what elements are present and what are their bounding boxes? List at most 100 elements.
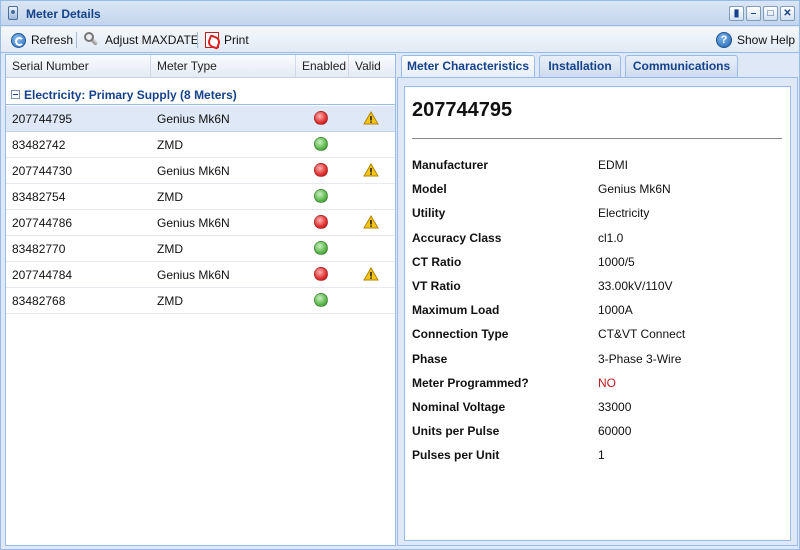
property-row: Utility Electricity <box>412 203 782 227</box>
adjust-maxdate-button[interactable]: Adjust MAXDATE <box>84 31 199 49</box>
serial-number-cell: 207744786 <box>12 216 73 230</box>
property-value: EDMI <box>598 158 628 172</box>
window-title: Meter Details <box>26 7 101 21</box>
window-controls: ▮ – □ ✕ <box>729 6 795 21</box>
meter-icon <box>8 6 18 20</box>
meter-type-cell: ZMD <box>157 138 183 152</box>
property-row: VT Ratio 33.00kV/110V <box>412 276 782 300</box>
serial-number-cell: 207744784 <box>12 268 73 282</box>
tab-communications[interactable]: Communications <box>625 55 738 77</box>
table-row[interactable]: 207744786 Genius Mk6N <box>6 210 395 236</box>
meter-type-cell: Genius Mk6N <box>157 112 230 126</box>
warning-icon <box>363 163 379 177</box>
property-value: CT&VT Connect <box>598 327 686 342</box>
print-label: Print <box>224 33 249 47</box>
minimize-icon[interactable]: – <box>746 6 761 21</box>
detail-panel: 207744795 Manufacturer EDMI Model Genius Mk… <box>397 77 798 546</box>
maximize-icon[interactable]: □ <box>763 6 778 21</box>
print-button[interactable]: Print <box>205 31 249 49</box>
meter-type-cell: ZMD <box>157 190 183 204</box>
collapse-icon[interactable] <box>11 90 20 99</box>
property-value: 3-Phase 3-Wire <box>598 351 682 366</box>
property-list: Manufacturer EDMI Model Genius Mk6N Utility E… <box>412 155 782 469</box>
disabled-status-icon <box>314 267 328 281</box>
column-header-serial-number[interactable]: Serial Number <box>6 55 151 77</box>
tab-installation[interactable]: Installation <box>539 55 621 77</box>
close-icon[interactable]: ✕ <box>780 6 795 21</box>
property-row: Phase 3-Phase 3-Wire <box>412 349 782 373</box>
group-label: Electricity: Primary Supply (8 Meters) <box>24 88 237 102</box>
property-row: Units per Pulse 60000 <box>412 421 782 445</box>
property-label: Pulses per Unit <box>412 448 500 463</box>
property-row: Meter Programmed? NO <box>412 373 782 397</box>
property-label: Connection Type <box>412 327 509 342</box>
meter-grid: Serial Number Meter Type Enabled Valid E… <box>5 54 396 546</box>
property-value: Electricity <box>598 206 650 221</box>
property-value: Genius Mk6N <box>598 182 671 197</box>
grid-header: Serial Number Meter Type Enabled Valid <box>6 55 395 78</box>
warning-icon <box>363 267 379 281</box>
meter-rows: 207744795 Genius Mk6N 83482742 ZMD 207744730… <box>6 106 395 314</box>
warning-icon <box>363 215 379 229</box>
toolbar-separator <box>76 32 77 48</box>
warning-icon <box>363 111 379 125</box>
meter-type-cell: ZMD <box>157 242 183 256</box>
property-value: cl1.0 <box>598 230 624 245</box>
table-row[interactable]: 83482768 ZMD <box>6 288 395 314</box>
divider <box>412 138 782 139</box>
help-icon: ? <box>716 32 732 48</box>
property-value: 1 <box>598 448 605 463</box>
column-header-meter-type[interactable]: Meter Type <box>151 55 296 77</box>
property-label: CT Ratio <box>412 254 462 269</box>
toolbar: Refresh Adjust MAXDATE Print ? Show Help <box>1 27 799 53</box>
disabled-status-icon <box>314 163 328 177</box>
title-bar: Meter Details ▮ – □ ✕ <box>1 1 799 26</box>
meter-type-cell: Genius Mk6N <box>157 268 230 282</box>
property-row: Pulses per Unit 1 <box>412 445 782 469</box>
column-header-valid[interactable]: Valid <box>349 55 395 77</box>
group-divider <box>6 104 395 105</box>
property-label: Utility <box>412 206 446 221</box>
meter-characteristics-panel: 207744795 Manufacturer EDMI Model Genius Mk… <box>404 86 791 541</box>
refresh-icon <box>11 32 26 48</box>
pin-icon[interactable]: ▮ <box>729 6 744 21</box>
property-value: 33000 <box>598 399 632 414</box>
property-label: Nominal Voltage <box>412 399 506 414</box>
meter-type-cell: ZMD <box>157 294 183 308</box>
property-value: 1000A <box>598 303 633 318</box>
disabled-status-icon <box>314 215 328 229</box>
property-row: Nominal Voltage 33000 <box>412 397 782 421</box>
property-value: 60000 <box>598 424 632 439</box>
meter-type-cell: Genius Mk6N <box>157 216 230 230</box>
toolbar-separator <box>197 32 198 48</box>
property-label: Maximum Load <box>412 303 500 318</box>
meter-details-window: Meter Details ▮ – □ ✕ Refresh Adjust MAX… <box>0 0 800 550</box>
property-label: Model <box>412 182 447 197</box>
serial-number-cell: 83482768 <box>12 294 66 308</box>
table-row[interactable]: 207744795 Genius Mk6N <box>6 106 395 132</box>
serial-number-cell: 83482754 <box>12 190 66 204</box>
tab-meter-characteristics[interactable]: Meter Characteristics <box>401 55 535 78</box>
refresh-button[interactable]: Refresh <box>11 31 73 49</box>
property-label: Manufacturer <box>412 158 489 172</box>
wrench-icon <box>84 32 100 48</box>
property-value: 1000/5 <box>598 254 635 269</box>
property-row: Connection Type CT&VT Connect <box>412 324 782 348</box>
group-row[interactable]: Electricity: Primary Supply (8 Meters) <box>6 85 395 105</box>
disabled-status-icon <box>314 111 328 125</box>
property-value: NO <box>598 375 616 390</box>
column-header-enabled[interactable]: Enabled <box>296 55 349 77</box>
property-row: Maximum Load 1000A <box>412 300 782 324</box>
table-row[interactable]: 207744784 Genius Mk6N <box>6 262 395 288</box>
detail-serial-title: 207744795 <box>412 99 513 121</box>
table-row[interactable]: 83482754 ZMD <box>6 184 395 210</box>
table-row[interactable]: 83482770 ZMD <box>6 236 395 262</box>
table-row[interactable]: 83482742 ZMD <box>6 132 395 158</box>
detail-tabs: Meter Characteristics Installation Commu… <box>397 54 798 78</box>
table-row[interactable]: 207744730 Genius Mk6N <box>6 158 395 184</box>
serial-number-cell: 207744795 <box>12 112 73 126</box>
enabled-status-icon <box>314 189 328 203</box>
property-value: 33.00kV/110V <box>598 278 673 293</box>
show-help-button[interactable]: ? Show Help <box>716 31 795 49</box>
enabled-status-icon <box>314 137 328 151</box>
